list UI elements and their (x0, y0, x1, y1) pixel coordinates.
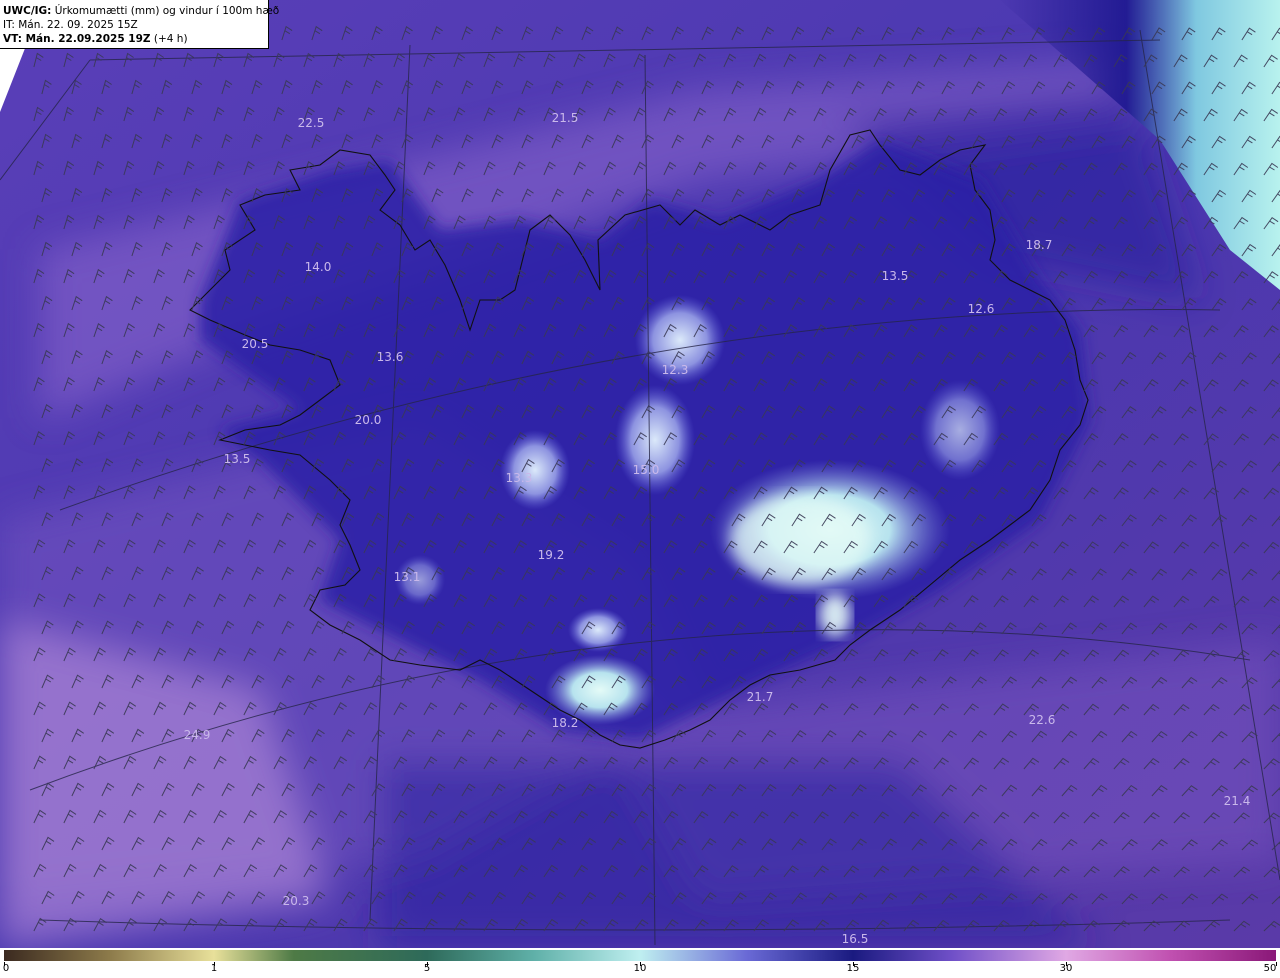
value-label: 16.5 (841, 932, 869, 946)
colorbar-tick-label: 10 (633, 963, 647, 974)
value-label: 20.0 (354, 413, 382, 427)
colorbar-legend: 0 1 5 10 15 30 50 (0, 948, 1280, 978)
value-label: 18.7 (1025, 238, 1053, 252)
value-label: 13.5 (223, 452, 251, 466)
colorbar-strip (4, 950, 1276, 961)
initial-time: IT: Mán. 22. 09. 2025 15Z (3, 19, 138, 31)
map-header: UWC/IG: Úrkomumætti (mm) og vindur í 100… (0, 0, 279, 49)
value-label: 20.5 (241, 337, 269, 351)
value-label: 13.6 (376, 350, 404, 364)
valid-time-line: VT: Mán. 22.09.2025 19Z (+4 h) (3, 32, 264, 46)
value-label: 21.7 (746, 690, 774, 704)
value-label: 12.6 (967, 302, 995, 316)
lead-time: (+4 h) (153, 33, 188, 45)
value-label: 13.1 (393, 570, 421, 584)
value-label: 13.3 (505, 471, 533, 485)
value-label: 24.9 (183, 728, 211, 742)
model-prefix: UWC/IG: (3, 5, 52, 17)
value-label: 13.5 (881, 269, 909, 283)
value-label: 21.5 (551, 111, 579, 125)
value-label: 22.5 (297, 116, 325, 130)
forecast-map[interactable]: UWC/IG: Úrkomumætti (mm) og vindur í 100… (0, 0, 1280, 948)
colorbar-tick-label: 1 (210, 963, 218, 974)
value-label: 22.6 (1028, 713, 1056, 727)
value-label: 21.4 (1223, 794, 1251, 808)
colorbar-tick-label: 15 (846, 963, 860, 974)
field-title: Úrkomumætti (mm) og vindur í 100m hæð (54, 5, 280, 17)
value-label: 20.3 (282, 894, 310, 908)
colorbar-tick-label: 0 (2, 963, 10, 974)
value-label: 14.0 (304, 260, 332, 274)
colorbar-tick-label: 50 (1263, 963, 1277, 974)
title-line: UWC/IG: Úrkomumætti (mm) og vindur í 100… (3, 4, 279, 18)
value-label: 19.2 (537, 548, 565, 562)
value-label: 12.3 (661, 363, 689, 377)
valid-time: VT: Mán. 22.09.2025 19Z (3, 33, 151, 45)
value-label: 18.2 (551, 716, 579, 730)
colorbar-tick-label: 30 (1059, 963, 1073, 974)
colorbar-tick-label: 5 (423, 963, 431, 974)
value-label: 15.0 (632, 463, 660, 477)
